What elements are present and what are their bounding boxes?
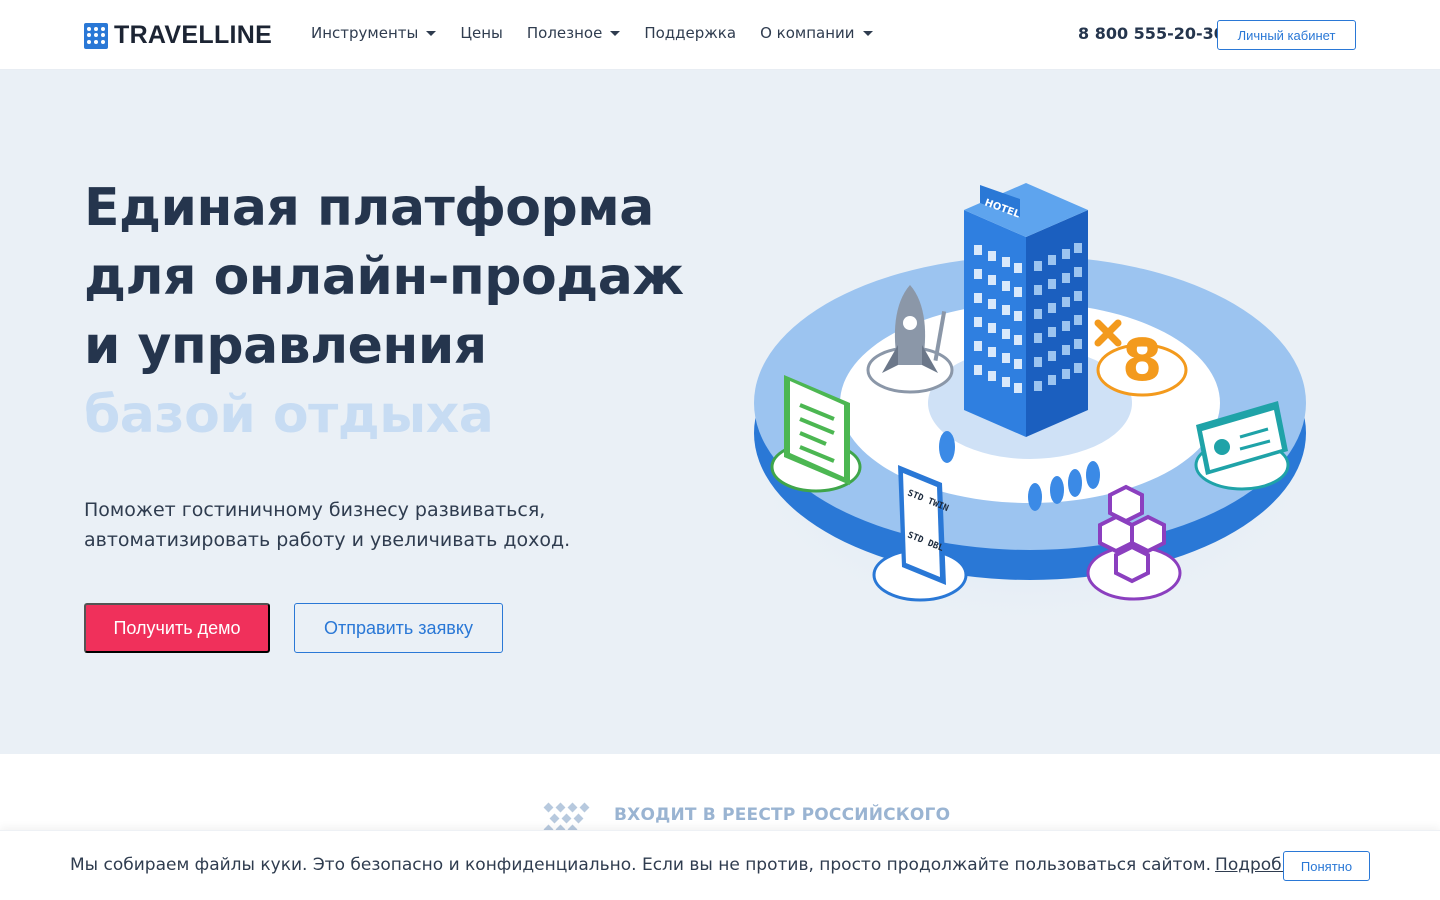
- cookie-message: Мы собираем файлы куки. Это безопасно и …: [70, 855, 1319, 875]
- main-nav: Инструменты Цены Полезное Поддержка О ко…: [311, 24, 873, 42]
- hotel-building-icon: HOTEL: [964, 183, 1088, 437]
- hero-section: Единая платформа для онлайн-продаж и упр…: [0, 70, 1440, 754]
- nav-item-support[interactable]: Поддержка: [644, 24, 736, 42]
- hero-title: Единая платформа для онлайн-продаж и упр…: [84, 174, 684, 450]
- hero-subtitle-line: автоматизировать работу и увеличивать до…: [84, 529, 571, 551]
- nav-item-label: Цены: [460, 24, 503, 42]
- nav-item-useful[interactable]: Полезное: [526, 24, 621, 42]
- caret-down-icon: [862, 30, 873, 36]
- hotel-platform-illustration: HOTEL 8 STD TWIN STD DBL: [730, 183, 1330, 635]
- registry-text: ВХОДИТ В РЕЕСТР РОССИЙСКОГО: [614, 805, 951, 825]
- hero-title-line: для онлайн-продаж: [84, 247, 684, 307]
- nav-item-label: Инструменты: [311, 24, 419, 42]
- travelline-logo[interactable]: TRAVELLINE: [84, 21, 272, 50]
- nav-item-prices[interactable]: Цены: [460, 24, 503, 42]
- registry-section: ВХОДИТ В РЕЕСТР РОССИЙСКОГО: [0, 754, 1440, 834]
- send-request-button[interactable]: Отправить заявку: [294, 603, 503, 653]
- nav-item-label: Поддержка: [644, 24, 737, 42]
- hero-subtitle-line: Поможет гостиничному бизнесу развиваться…: [84, 499, 546, 521]
- caret-down-icon: [426, 30, 437, 36]
- site-header: TRAVELLINE Инструменты Цены Полезное Под…: [0, 0, 1440, 70]
- hero-subtitle: Поможет гостиничному бизнесу развиваться…: [84, 495, 570, 555]
- logo-text: TRAVELLINE: [114, 21, 273, 49]
- personal-cabinet-button[interactable]: Личный кабинет: [1217, 20, 1356, 50]
- nav-item-label: О компании: [760, 24, 855, 42]
- badge-number: 8: [1122, 326, 1162, 394]
- nav-item-label: Полезное: [526, 24, 603, 42]
- nav-item-tools[interactable]: Инструменты: [311, 24, 437, 42]
- caret-down-icon: [610, 30, 621, 36]
- cookie-banner: Мы собираем файлы куки. Это безопасно и …: [0, 830, 1440, 900]
- hero-title-line: и управления: [84, 316, 487, 376]
- logo-dots-icon: [84, 22, 108, 49]
- hero-title-line: Единая платформа: [84, 178, 654, 238]
- cookie-text: Мы собираем файлы куки. Это безопасно и …: [70, 855, 1212, 875]
- phone-link[interactable]: 8 800 555-20-30: [1078, 24, 1225, 43]
- hero-title-rotating-word: базой отдыха: [84, 385, 494, 445]
- nav-item-company[interactable]: О компании: [760, 24, 873, 42]
- get-demo-button[interactable]: Получить демо: [84, 603, 270, 653]
- cookie-accept-button[interactable]: Понятно: [1283, 851, 1370, 881]
